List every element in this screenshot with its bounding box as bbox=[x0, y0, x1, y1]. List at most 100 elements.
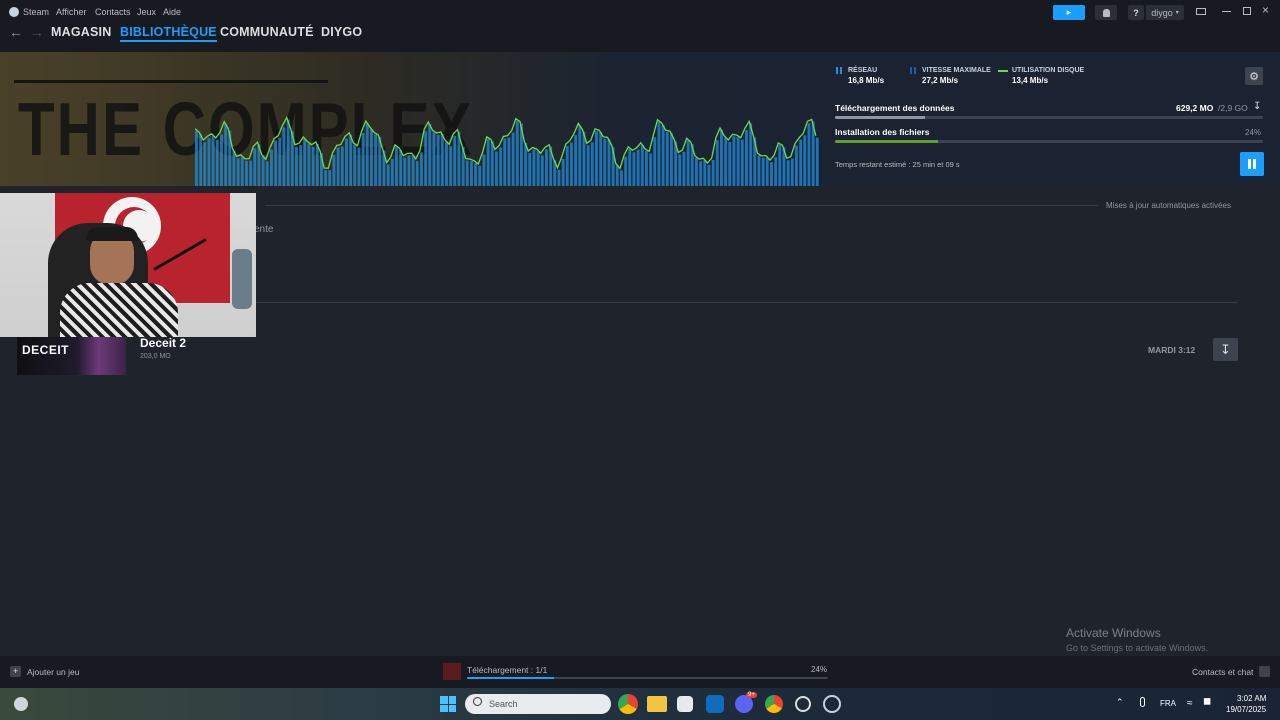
download-thumbnail[interactable] bbox=[443, 663, 461, 680]
weather-icon[interactable] bbox=[14, 697, 28, 711]
language-indicator[interactable]: FRA bbox=[1160, 699, 1176, 708]
game-title[interactable]: Deceit 2 bbox=[140, 336, 186, 350]
wifi-icon[interactable]: ≈ bbox=[1187, 698, 1193, 709]
taskbar-search[interactable]: Search bbox=[465, 694, 611, 714]
add-game-button[interactable]: Ajouter un jeu bbox=[27, 667, 79, 677]
network-value: 16,8 Mb/s bbox=[848, 76, 885, 85]
network-bar bbox=[711, 160, 715, 186]
download-progress-track bbox=[835, 116, 1263, 119]
pause-button[interactable] bbox=[1240, 152, 1264, 176]
network-bar bbox=[724, 137, 728, 186]
volume-icon[interactable]: ◼ bbox=[1203, 696, 1211, 707]
network-bar bbox=[745, 130, 748, 186]
network-bar bbox=[790, 158, 794, 186]
network-bar bbox=[624, 156, 628, 186]
network-label: RÉSEAU bbox=[848, 67, 878, 74]
chrome-alt-icon[interactable] bbox=[765, 695, 783, 713]
outlook-icon[interactable] bbox=[706, 695, 724, 713]
network-bar bbox=[486, 138, 490, 186]
minimize-icon[interactable] bbox=[1222, 11, 1231, 12]
network-bar bbox=[307, 143, 311, 186]
network-bar bbox=[749, 123, 753, 186]
network-bar bbox=[615, 165, 619, 186]
forward-arrow-icon[interactable]: → bbox=[30, 24, 44, 40]
steam-taskbar-icon[interactable] bbox=[823, 695, 841, 713]
network-bar bbox=[474, 162, 478, 186]
network-bar bbox=[786, 160, 790, 186]
disk-legend-icon bbox=[998, 70, 1008, 72]
network-bar bbox=[420, 152, 423, 186]
network-bar bbox=[803, 135, 807, 186]
menu-aide[interactable]: Aide bbox=[163, 7, 181, 17]
settings-icon: ⚙ bbox=[1249, 70, 1259, 83]
nav-store[interactable]: MAGASIN bbox=[51, 25, 111, 39]
chrome-icon[interactable] bbox=[618, 694, 638, 714]
menu-afficher[interactable]: Afficher bbox=[56, 7, 86, 17]
notifications-button[interactable] bbox=[1095, 5, 1117, 20]
network-bar bbox=[740, 139, 744, 186]
network-bar bbox=[736, 137, 740, 186]
network-bar bbox=[361, 133, 365, 186]
network-bar bbox=[682, 151, 686, 186]
maximize-icon[interactable] bbox=[1243, 7, 1251, 15]
settings-button[interactable]: ⚙ bbox=[1245, 67, 1263, 85]
network-bar bbox=[590, 142, 594, 186]
peak-label: VITESSE MAXIMALE bbox=[922, 67, 991, 74]
game-thumbnail[interactable]: DECEIT bbox=[17, 337, 126, 375]
app-icon[interactable] bbox=[795, 696, 811, 712]
store-icon[interactable] bbox=[677, 696, 693, 712]
menu-contacts[interactable]: Contacts bbox=[95, 7, 131, 17]
big-picture-icon[interactable] bbox=[1196, 8, 1206, 15]
network-bar bbox=[390, 158, 394, 186]
back-arrow-icon[interactable]: ← bbox=[9, 24, 23, 40]
network-bar bbox=[707, 165, 711, 186]
network-bar bbox=[649, 153, 653, 186]
menu-steam[interactable]: Steam bbox=[23, 7, 49, 17]
announcement-button[interactable]: ▸ bbox=[1053, 5, 1085, 20]
chevron-down-icon: ▾ bbox=[1175, 10, 1179, 16]
chevron-up-icon[interactable]: ⌃ bbox=[1116, 697, 1124, 708]
top-menu-bar: Steam Afficher Contacts Jeux Aide ▸ ? di… bbox=[0, 0, 1280, 24]
network-bar bbox=[432, 132, 436, 186]
help-button[interactable]: ? bbox=[1128, 5, 1144, 20]
clock-date[interactable]: 19/07/2025 bbox=[1226, 705, 1266, 714]
nav-community[interactable]: COMMUNAUTÉ bbox=[220, 25, 314, 39]
network-bar bbox=[699, 161, 703, 186]
folder-icon[interactable] bbox=[647, 696, 667, 712]
windows-start-icon[interactable] bbox=[440, 696, 456, 712]
network-bar bbox=[299, 145, 303, 186]
network-bar bbox=[636, 149, 640, 186]
plus-icon[interactable]: + bbox=[10, 666, 21, 677]
network-bar bbox=[199, 134, 203, 186]
search-placeholder: Search bbox=[489, 699, 518, 709]
nav-profile[interactable]: DIYGO bbox=[321, 25, 362, 39]
network-bar bbox=[770, 162, 773, 186]
section-divider-2 bbox=[256, 302, 1238, 303]
bottom-download-status[interactable]: Téléchargement : 1/1 bbox=[467, 665, 547, 675]
queue-section-label: ente bbox=[254, 224, 274, 235]
game-size: 203,0 MO bbox=[140, 353, 171, 360]
network-bar bbox=[349, 134, 353, 186]
network-bar bbox=[657, 121, 661, 186]
peak-value: 27,2 Mb/s bbox=[922, 76, 959, 85]
chat-icon[interactable] bbox=[1259, 666, 1270, 677]
network-bar bbox=[565, 146, 569, 186]
network-bar bbox=[536, 151, 540, 186]
menu-jeux[interactable]: Jeux bbox=[137, 7, 156, 17]
bandwidth-graph bbox=[195, 115, 819, 186]
network-bar bbox=[645, 150, 648, 186]
download-button[interactable]: ↧ bbox=[1213, 338, 1238, 361]
clock-time[interactable]: 3:02 AM bbox=[1237, 694, 1266, 703]
account-menu[interactable]: diygo ▾ bbox=[1146, 5, 1184, 20]
network-bar bbox=[324, 170, 328, 186]
network-legend-icon bbox=[836, 67, 842, 74]
network-bar bbox=[386, 164, 390, 186]
friends-chat-button[interactable]: Contacts et chat bbox=[1192, 667, 1253, 677]
mic-icon[interactable] bbox=[1140, 697, 1145, 707]
close-icon[interactable]: × bbox=[1262, 3, 1269, 17]
nav-library[interactable]: BIBLIOTHÈQUE bbox=[120, 25, 217, 42]
network-bar bbox=[445, 142, 448, 186]
disk-value: 13,4 Mb/s bbox=[1012, 76, 1049, 85]
main-nav: ← → MAGASIN BIBLIOTHÈQUE COMMUNAUTÉ DIYG… bbox=[0, 24, 1280, 52]
network-bar bbox=[340, 146, 344, 186]
